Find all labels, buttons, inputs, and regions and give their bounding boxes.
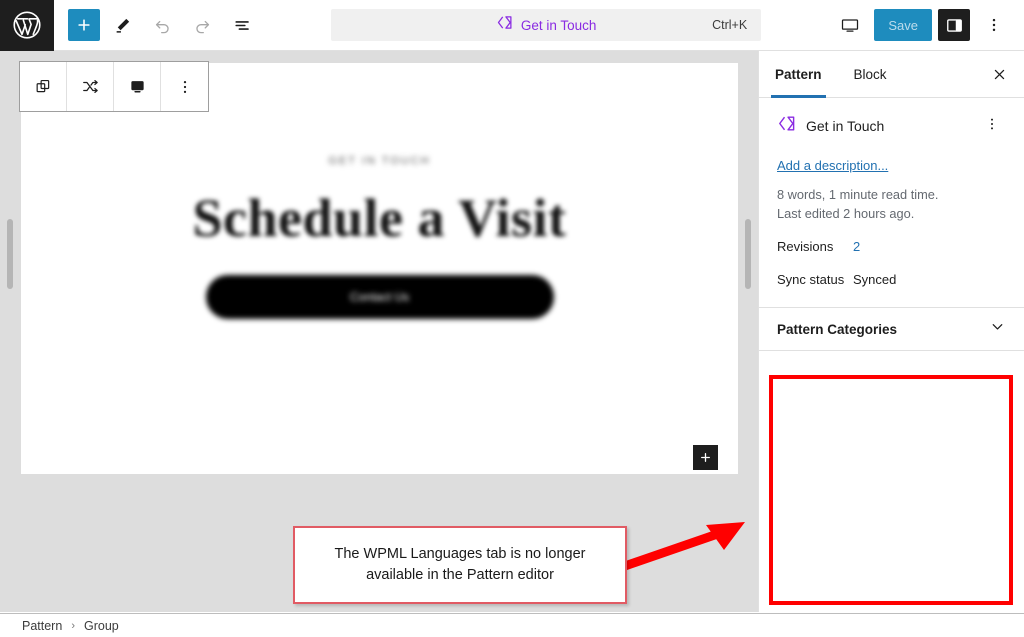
desktop-preview-icon[interactable] xyxy=(832,7,868,43)
sync-status-value: Synced xyxy=(853,272,897,287)
pattern-name-label: Get in Touch xyxy=(806,118,885,134)
pattern-block-icon[interactable] xyxy=(20,62,67,111)
annotation-arrow xyxy=(620,522,745,572)
sidebar-tabs: Pattern Block xyxy=(759,51,1024,98)
list-view-button[interactable] xyxy=(224,7,260,43)
canvas-cta-button[interactable]: Contact Us xyxy=(205,275,554,319)
top-bar-left-tools xyxy=(54,7,260,43)
save-button[interactable]: Save xyxy=(874,9,932,41)
more-options-button[interactable] xyxy=(976,7,1012,43)
redo-button[interactable] xyxy=(184,7,220,43)
pattern-diamond-icon xyxy=(777,114,796,138)
breadcrumb-item-pattern[interactable]: Pattern xyxy=(22,619,62,633)
canvas-resize-handle-right[interactable] xyxy=(745,219,751,289)
canvas-add-block-button[interactable] xyxy=(693,445,718,470)
shuffle-pattern-icon[interactable] xyxy=(67,62,114,111)
revisions-label: Revisions xyxy=(777,239,834,254)
chevron-down-icon xyxy=(989,318,1006,340)
revisions-value[interactable]: 2 xyxy=(853,239,860,254)
pattern-canvas[interactable]: GET IN TOUCH Schedule a Visit Contact Us xyxy=(21,63,738,474)
pattern-summary-row: Get in Touch xyxy=(777,114,1006,138)
pattern-panel-body: Get in Touch Add a description... 8 word… xyxy=(759,98,1024,287)
block-toolbar xyxy=(19,61,209,112)
breadcrumb: Pattern › Group xyxy=(0,613,1024,637)
pattern-categories-title: Pattern Categories xyxy=(777,321,898,337)
command-palette-shortcut: Ctrl+K xyxy=(712,18,748,32)
tab-block[interactable]: Block xyxy=(838,51,903,98)
add-block-button[interactable] xyxy=(68,9,100,41)
settings-sidebar: Pattern Block Get in Touch Add a descrip… xyxy=(758,51,1024,612)
canvas-resize-handle-left[interactable] xyxy=(7,219,13,289)
sidebar-panel-icon[interactable] xyxy=(938,9,970,41)
breadcrumb-item-group[interactable]: Group xyxy=(84,619,119,633)
pattern-content: GET IN TOUCH Schedule a Visit Contact Us xyxy=(21,63,738,474)
wpml-languages-missing-highlight xyxy=(769,375,1013,605)
display-variation-icon[interactable] xyxy=(114,62,161,111)
add-description-link[interactable]: Add a description... xyxy=(777,158,888,173)
pattern-diamond-icon xyxy=(496,14,513,36)
command-palette-title: Get in Touch xyxy=(520,17,597,33)
top-bar-right-tools: Save xyxy=(832,7,1024,43)
command-palette-button[interactable]: Get in Touch Ctrl+K xyxy=(331,9,762,41)
pattern-title-area: Get in Touch Ctrl+K xyxy=(260,9,832,41)
sync-status-row: Sync status Synced xyxy=(777,272,1006,287)
canvas-headline: Schedule a Visit xyxy=(192,188,567,248)
revisions-row: Revisions 2 xyxy=(777,239,1006,254)
annotation-callout: The WPML Languages tab is no longer avai… xyxy=(293,526,627,604)
tab-pattern[interactable]: Pattern xyxy=(759,51,838,98)
canvas-eyebrow-text: GET IN TOUCH xyxy=(328,155,431,167)
breadcrumb-separator: › xyxy=(71,619,75,632)
undo-button[interactable] xyxy=(144,7,180,43)
last-edited-text: Last edited 2 hours ago. xyxy=(777,206,915,221)
command-palette-label-group: Get in Touch xyxy=(331,14,761,36)
wordpress-pattern-editor: Get in Touch Ctrl+K Save GET IN TOUCH Sc… xyxy=(0,0,1024,637)
edit-mode-button[interactable] xyxy=(104,7,140,43)
close-sidebar-icon[interactable] xyxy=(984,59,1014,89)
sync-status-label: Sync status xyxy=(777,272,845,287)
annotation-callout-text: The WPML Languages tab is no longer avai… xyxy=(334,545,586,583)
word-count-text: 8 words, 1 minute read time. xyxy=(777,187,939,202)
pattern-actions-icon[interactable] xyxy=(978,114,1006,139)
editor-top-bar: Get in Touch Ctrl+K Save xyxy=(0,0,1024,51)
pattern-categories-section[interactable]: Pattern Categories xyxy=(759,307,1024,351)
block-options-icon[interactable] xyxy=(161,62,208,111)
wordpress-logo-icon[interactable] xyxy=(0,0,54,51)
